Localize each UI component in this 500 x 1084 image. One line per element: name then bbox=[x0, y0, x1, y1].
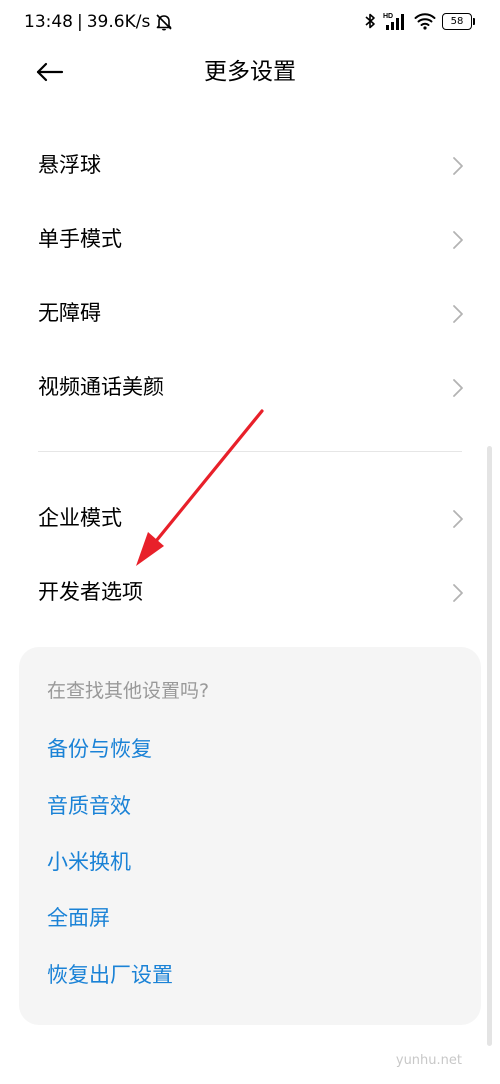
status-right: HD 58 bbox=[364, 11, 475, 31]
settings-item-video-call-beauty[interactable]: 视频通话美颜 bbox=[0, 350, 500, 424]
status-time: 13:48 bbox=[24, 12, 73, 32]
settings-item-label: 开发者选项 bbox=[38, 580, 143, 604]
settings-item-floating-ball[interactable]: 悬浮球 bbox=[0, 128, 500, 202]
chevron-right-icon bbox=[453, 305, 463, 323]
suggestions-title: 在查找其他设置吗? bbox=[47, 680, 210, 702]
suggestions-card: 在查找其他设置吗? 备份与恢复 音质音效 小米换机 全面屏 恢复出厂设置 bbox=[19, 647, 481, 1025]
status-left: 13:48 | 39.6K/s bbox=[24, 10, 174, 34]
chevron-right-icon bbox=[453, 584, 463, 602]
settings-item-label: 悬浮球 bbox=[38, 153, 101, 177]
suggestion-link-full-screen[interactable]: 全面屏 bbox=[47, 903, 110, 933]
page-title: 更多设置 bbox=[204, 59, 296, 85]
suggestion-link-factory-reset[interactable]: 恢复出厂设置 bbox=[47, 960, 173, 990]
suggestion-link-mi-mover[interactable]: 小米换机 bbox=[47, 847, 131, 877]
settings-item-label: 无障碍 bbox=[38, 301, 101, 325]
hd-signal-icon: HD bbox=[383, 13, 404, 30]
header: 更多设置 bbox=[0, 44, 500, 100]
battery-icon: 58 bbox=[442, 12, 475, 30]
bluetooth-icon bbox=[365, 13, 375, 29]
suggestion-link-backup-restore[interactable]: 备份与恢复 bbox=[47, 734, 152, 764]
settings-item-developer-options[interactable]: 开发者选项 bbox=[0, 555, 500, 629]
chevron-right-icon bbox=[453, 510, 463, 528]
wifi-icon bbox=[414, 13, 436, 30]
chevron-right-icon bbox=[453, 157, 463, 175]
svg-text:HD: HD bbox=[383, 13, 393, 20]
section-divider bbox=[38, 451, 462, 452]
suggestion-link-sound-effects[interactable]: 音质音效 bbox=[47, 791, 131, 821]
settings-item-label: 单手模式 bbox=[38, 227, 122, 251]
settings-item-one-hand-mode[interactable]: 单手模式 bbox=[0, 202, 500, 276]
watermark: yunhu.net bbox=[395, 1053, 462, 1068]
status-separator: | bbox=[77, 12, 83, 32]
battery-level: 58 bbox=[450, 15, 464, 27]
scrollbar[interactable] bbox=[487, 446, 492, 1046]
status-bar: 13:48 | 39.6K/s HD 58 bbox=[0, 0, 500, 44]
settings-item-label: 视频通话美颜 bbox=[38, 375, 164, 399]
chevron-right-icon bbox=[453, 379, 463, 397]
settings-item-enterprise-mode[interactable]: 企业模式 bbox=[0, 481, 500, 555]
settings-item-accessibility[interactable]: 无障碍 bbox=[0, 276, 500, 350]
mute-bell-icon bbox=[156, 14, 172, 31]
chevron-right-icon bbox=[453, 231, 463, 249]
settings-item-label: 企业模式 bbox=[38, 506, 122, 530]
network-speed: 39.6K/s bbox=[86, 12, 151, 32]
